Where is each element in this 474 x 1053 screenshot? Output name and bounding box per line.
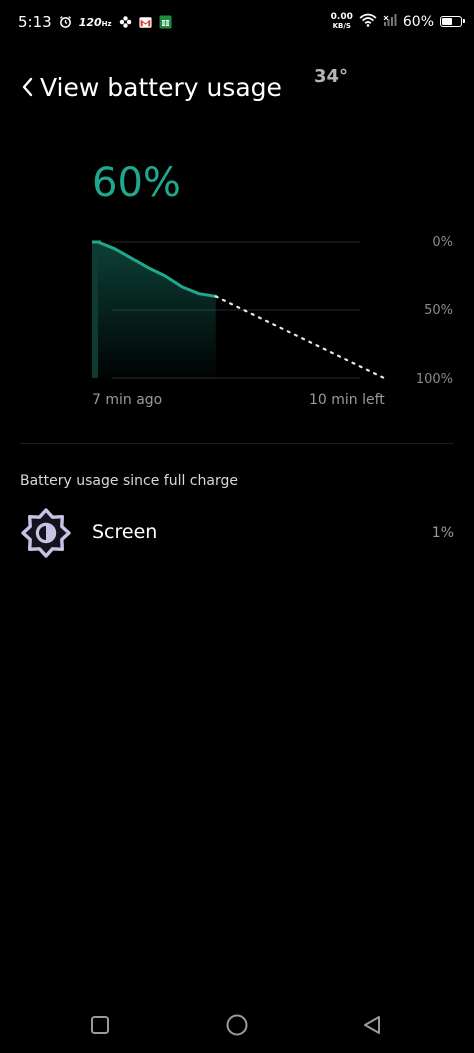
temperature-readout: 34° xyxy=(314,66,349,87)
header: View battery usage 34° xyxy=(0,64,474,114)
usage-item-name: Screen xyxy=(92,521,158,543)
y-label-100: 100% xyxy=(415,372,453,387)
net-speed: 0.00 KB/S xyxy=(330,11,353,30)
prediction-line xyxy=(214,295,386,380)
wifi-icon xyxy=(359,12,377,31)
square-icon xyxy=(91,1016,109,1034)
status-bar: 5:13 120Hz 0.00 KB/S 60% xyxy=(0,0,474,44)
status-right: 0.00 KB/S 60% xyxy=(330,11,465,31)
battery-percent-text: 60% xyxy=(402,13,434,30)
home-button[interactable] xyxy=(223,1011,251,1039)
usage-item-percent: 1% xyxy=(431,525,454,541)
navigation-bar xyxy=(0,997,474,1053)
back-button[interactable] xyxy=(14,74,40,100)
battery-chart: 0% 50% 100% 7 min ago 10 min left xyxy=(0,228,474,428)
chevron-left-icon xyxy=(22,77,33,97)
battery-percent: 60% xyxy=(92,160,181,206)
back-nav-button[interactable] xyxy=(358,1011,386,1039)
x-label-future: 10 min left xyxy=(309,392,385,408)
history-start-bar xyxy=(92,242,98,378)
page-title: View battery usage xyxy=(40,73,282,102)
status-left: 5:13 120Hz xyxy=(18,13,172,31)
refresh-rate: 120Hz xyxy=(78,16,112,29)
circle-icon xyxy=(226,1014,248,1036)
y-label-50: 50% xyxy=(424,303,453,318)
x-label-past: 7 min ago xyxy=(92,392,163,408)
battery-chart-svg xyxy=(92,240,386,380)
divider xyxy=(20,443,454,444)
sheets-icon xyxy=(159,15,172,29)
gmail-icon xyxy=(139,16,152,29)
status-time: 5:13 xyxy=(18,13,52,31)
alarm-icon xyxy=(59,16,72,29)
recents-button[interactable] xyxy=(86,1011,114,1039)
triangle-back-icon xyxy=(364,1016,380,1034)
section-title: Battery usage since full charge xyxy=(20,473,238,489)
battery-icon xyxy=(440,16,465,27)
y-label-0: 0% xyxy=(432,235,453,250)
history-area xyxy=(98,242,216,378)
signal-icon xyxy=(383,12,397,31)
usage-item-screen[interactable]: Screen 1% xyxy=(0,500,474,566)
brightness-icon xyxy=(21,508,71,558)
pinwheel-icon xyxy=(119,16,132,29)
battery-fill xyxy=(442,18,453,25)
